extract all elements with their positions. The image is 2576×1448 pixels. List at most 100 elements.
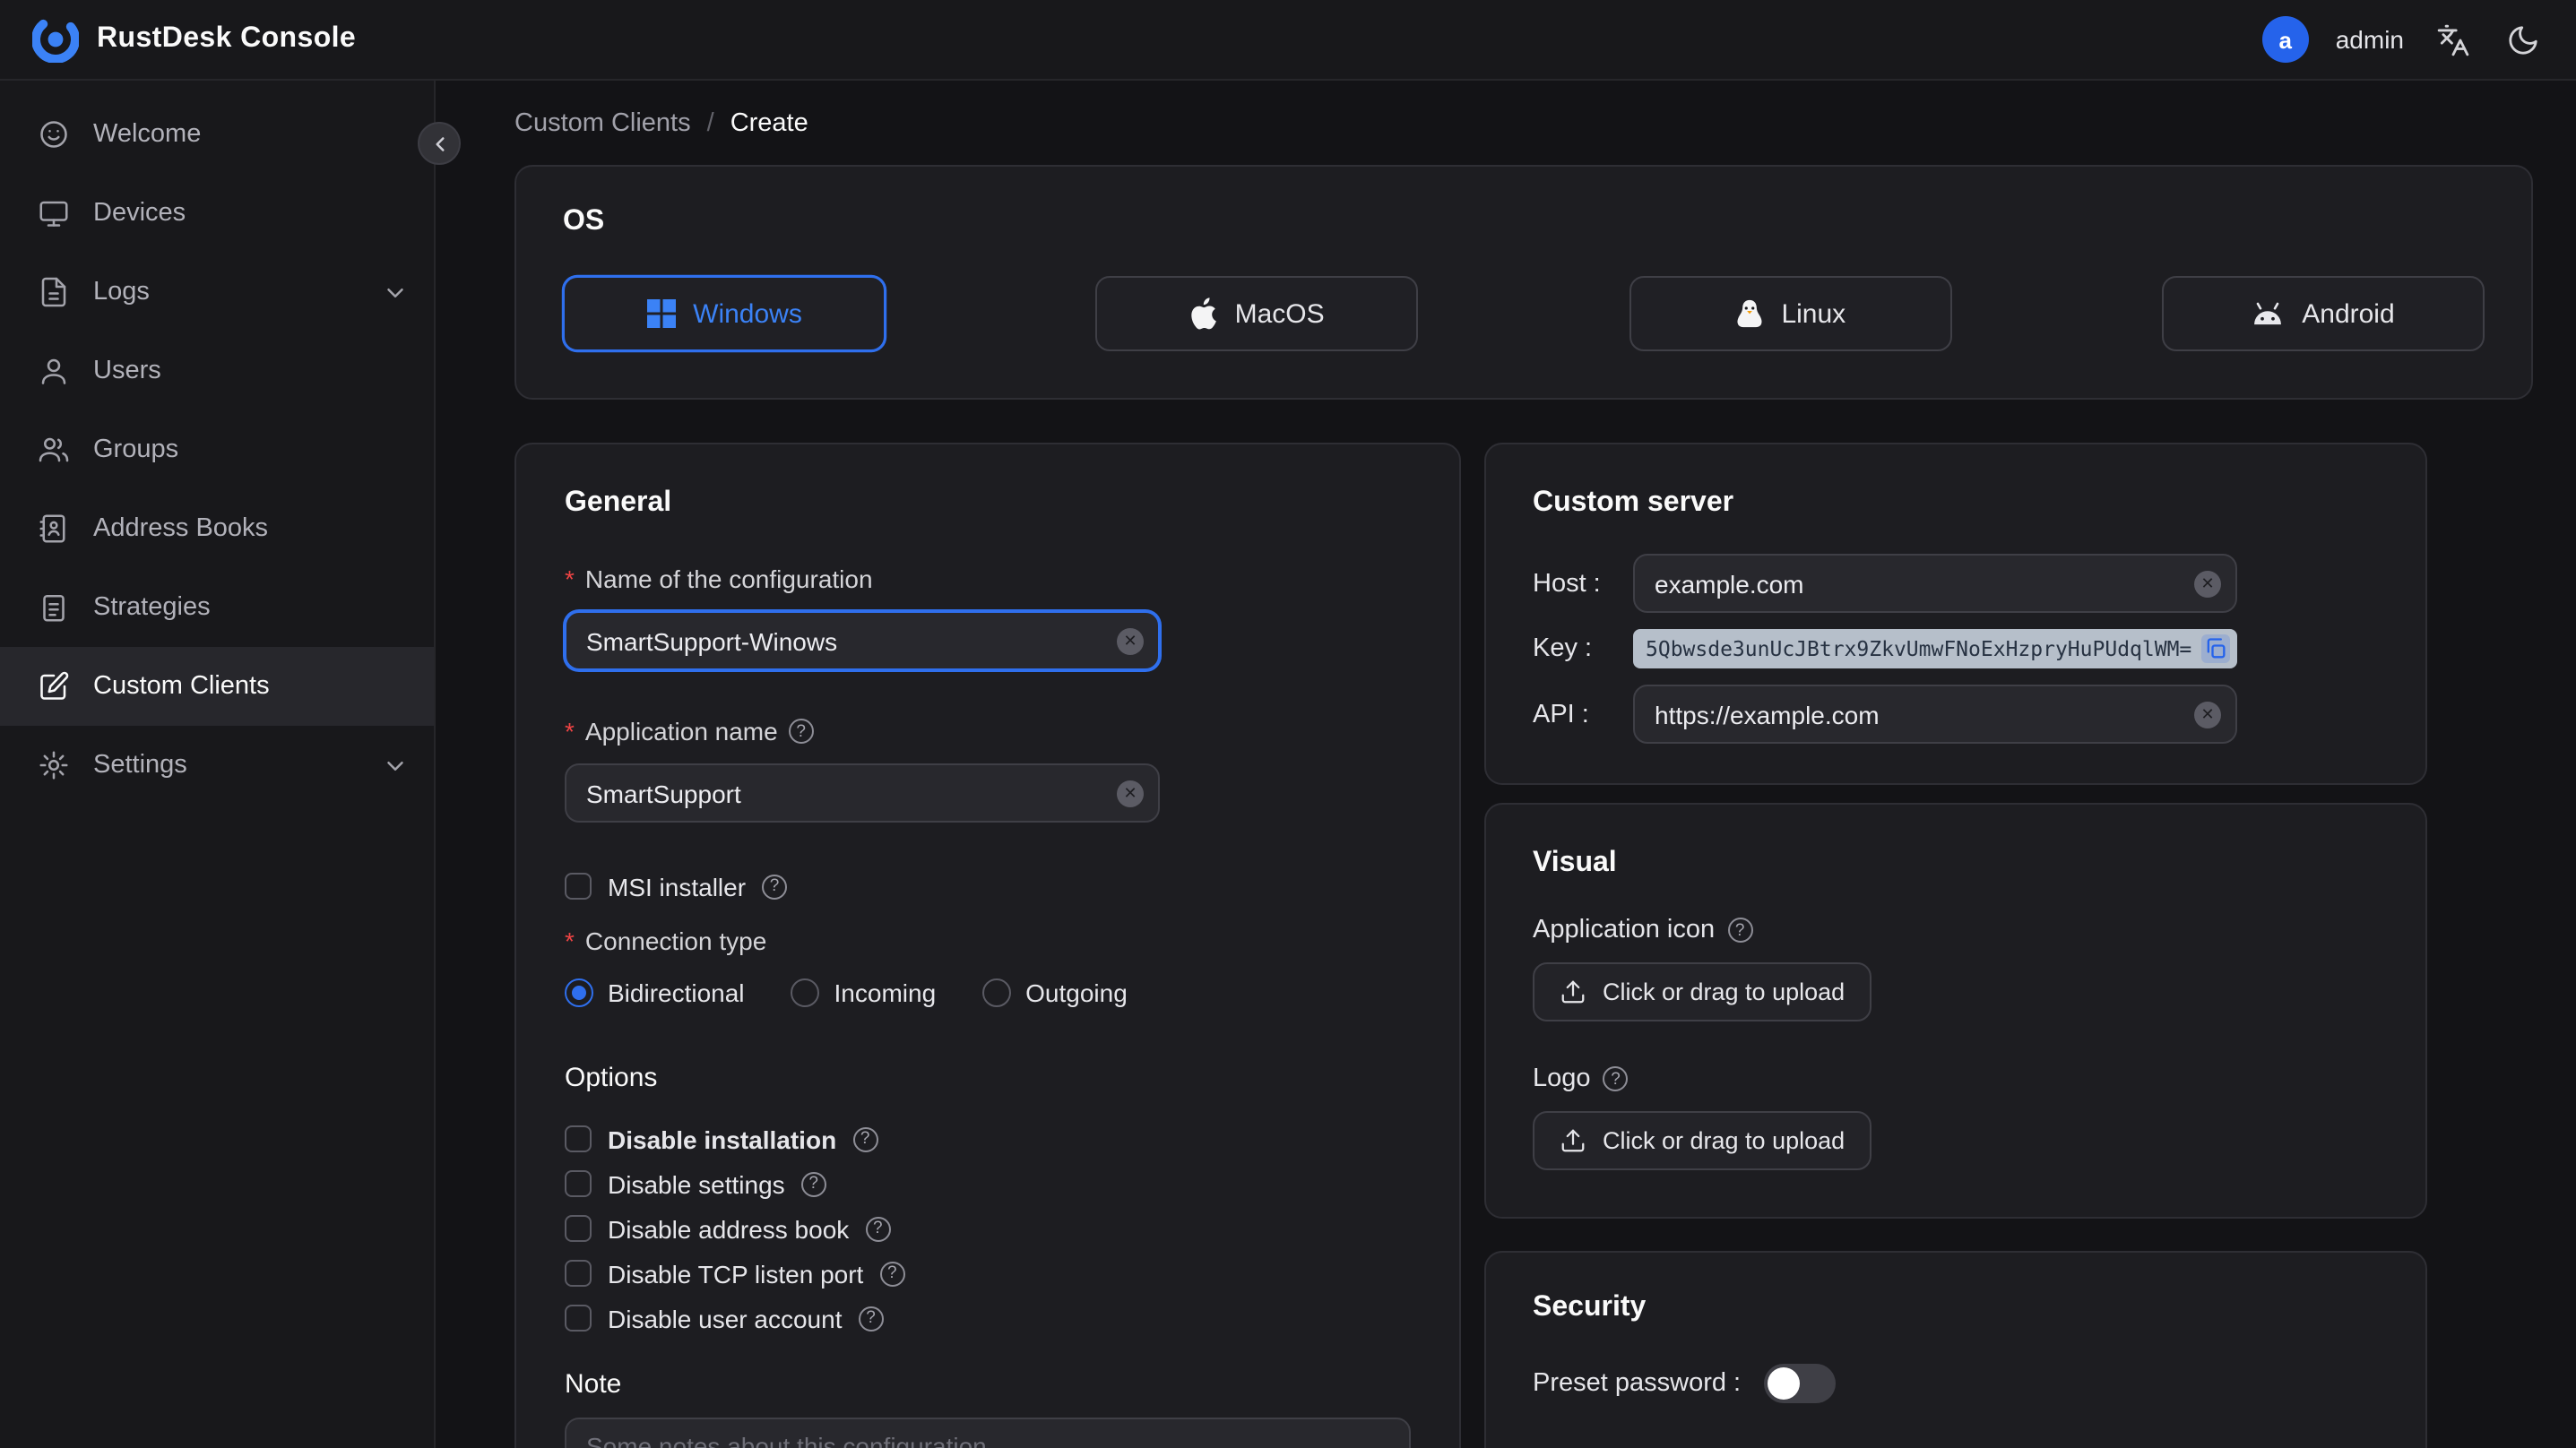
application-icon-upload-button[interactable]: Click or drag to upload [1533, 962, 1872, 1021]
topbar-right: a admin [2261, 16, 2544, 63]
sidebar-item-label: Logs [93, 278, 150, 306]
config-name-input[interactable] [565, 611, 1160, 670]
preset-password-toggle[interactable] [1764, 1364, 1837, 1403]
toggle-knob [1768, 1367, 1801, 1400]
disable-address-book-checkbox[interactable] [565, 1215, 592, 1242]
help-icon[interactable] [788, 719, 814, 744]
main-content: Custom Clients / Create OS Windows MacOS… [436, 81, 2576, 1448]
sidebar-item-label: Settings [93, 751, 187, 780]
sidebar-item-settings[interactable]: Settings [0, 726, 434, 805]
sidebar-item-label: Welcome [93, 120, 202, 149]
disable-tcp-listen-port-checkbox[interactable] [565, 1260, 592, 1287]
sidebar-item-label: Users [93, 357, 161, 385]
android-icon [2252, 301, 2284, 326]
security-title: Security [1533, 1292, 1647, 1323]
address-book-icon [38, 513, 70, 545]
os-option-linux[interactable]: Linux [1629, 276, 1952, 351]
sidebar-item-welcome[interactable]: Welcome [0, 95, 434, 174]
monitor-icon [38, 197, 70, 229]
key-row: Key : 5Qbwsde3unUcJBtrx9ZkvUmwFNoExHzpry… [1533, 629, 2379, 668]
clear-icon[interactable] [1117, 780, 1144, 806]
copy-icon[interactable] [2200, 634, 2230, 663]
api-input[interactable] [1633, 685, 2237, 744]
radio-incoming[interactable]: Incoming [791, 978, 936, 1007]
upload-icon [1560, 1127, 1586, 1154]
sidebar-collapse-button[interactable] [418, 122, 461, 165]
application-name-input[interactable] [565, 763, 1160, 823]
msi-installer-checkbox[interactable] [565, 873, 592, 900]
radio-icon[interactable] [982, 978, 1012, 1007]
users-icon [38, 434, 70, 466]
logo-upload-button[interactable]: Click or drag to upload [1533, 1111, 1872, 1170]
chevron-down-icon [382, 279, 409, 306]
disable-installation-checkbox[interactable] [565, 1125, 592, 1152]
language-icon[interactable] [2431, 18, 2474, 61]
os-option-macos[interactable]: MacOS [1095, 276, 1419, 351]
sidebar-item-groups[interactable]: Groups [0, 410, 434, 489]
sidebar-item-custom-clients[interactable]: Custom Clients [0, 647, 434, 726]
breadcrumb-parent[interactable]: Custom Clients [514, 109, 691, 138]
radio-icon[interactable] [565, 978, 593, 1007]
api-label: API : [1533, 700, 1589, 728]
key-value: 5Qbwsde3unUcJBtrx9ZkvUmwFNoExHzpryHuPUdq… [1646, 636, 2192, 661]
required-asterisk: * [565, 565, 575, 593]
radio-outgoing[interactable]: Outgoing [982, 978, 1128, 1007]
rustdesk-logo-icon [32, 16, 79, 63]
upload-icon [1560, 978, 1586, 1005]
sidebar-item-address-books[interactable]: Address Books [0, 489, 434, 568]
preset-password-row: Preset password : [1533, 1364, 2379, 1403]
os-option-android[interactable]: Android [2161, 276, 2485, 351]
right-column: Custom server Host : Key : [1484, 443, 2427, 1448]
form-columns: General * Name of the configuration * Ap… [514, 443, 2533, 1448]
general-card: General * Name of the configuration * Ap… [514, 443, 1461, 1448]
disable-user-account-checkbox[interactable] [565, 1305, 592, 1332]
dark-mode-moon-icon[interactable] [2501, 18, 2544, 61]
option-disable-installation: Disable installation [565, 1122, 1411, 1156]
host-input[interactable] [1633, 554, 2237, 613]
logo-label: Logo [1533, 1064, 2379, 1093]
sidebar-item-users[interactable]: Users [0, 332, 434, 410]
apple-icon [1190, 297, 1217, 330]
config-name-label: * Name of the configuration [565, 565, 873, 593]
msi-installer-label: MSI installer [608, 872, 747, 901]
radio-bidirectional[interactable]: Bidirectional [565, 978, 745, 1007]
help-icon[interactable] [762, 874, 788, 899]
radio-icon[interactable] [791, 978, 820, 1007]
required-asterisk: * [565, 927, 575, 955]
os-card-title: OS [563, 206, 605, 237]
avatar[interactable]: a [2261, 16, 2309, 63]
help-icon[interactable] [1603, 1066, 1629, 1091]
os-option-windows[interactable]: Windows [563, 276, 886, 351]
api-field [1633, 685, 2237, 744]
sidebar-item-label: Custom Clients [93, 672, 270, 701]
note-textarea[interactable] [565, 1418, 1411, 1448]
disable-settings-checkbox[interactable] [565, 1170, 592, 1197]
preset-password-label: Preset password : [1533, 1369, 1742, 1398]
clear-icon[interactable] [2194, 701, 2221, 728]
option-disable-user-account: Disable user account [565, 1301, 1411, 1335]
sidebar-item-strategies[interactable]: Strategies [0, 568, 434, 647]
connection-type-options: Bidirectional Incoming Outgoing [565, 978, 1411, 1007]
visual-title: Visual [1533, 848, 1617, 878]
clear-icon[interactable] [1117, 627, 1144, 654]
clear-icon[interactable] [2194, 570, 2221, 597]
config-name-field [565, 611, 1160, 670]
shell: Welcome Devices Logs Users Groups Addres… [0, 81, 2576, 1448]
document-icon [38, 276, 70, 308]
help-icon[interactable] [852, 1126, 878, 1151]
sidebar-item-logs[interactable]: Logs [0, 253, 434, 332]
sidebar-item-devices[interactable]: Devices [0, 174, 434, 253]
help-icon[interactable] [1727, 918, 1753, 943]
help-icon[interactable] [800, 1171, 826, 1196]
option-disable-address-book: Disable address book [565, 1211, 1411, 1245]
sidebar-item-label: Strategies [93, 593, 211, 622]
help-icon[interactable] [879, 1261, 905, 1286]
help-icon[interactable] [865, 1216, 891, 1241]
application-name-label: * Application name [565, 717, 1411, 746]
help-icon[interactable] [858, 1306, 884, 1331]
os-option-label: MacOS [1234, 298, 1325, 329]
host-field [1633, 554, 2237, 613]
general-title: General [565, 487, 672, 518]
sidebar-item-label: Devices [93, 199, 186, 228]
custom-server-card: Custom server Host : Key : [1484, 443, 2427, 785]
